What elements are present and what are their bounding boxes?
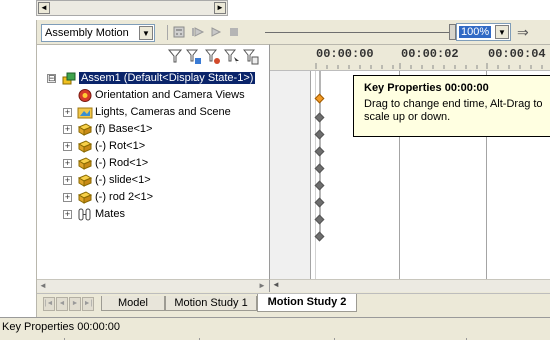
timeline-ticks [315,63,543,69]
zoom-select[interactable]: 100% ▼ [456,23,511,41]
expand-toggle[interactable]: + [63,159,72,168]
filter-icon[interactable] [167,49,183,65]
expand-toggle[interactable]: + [63,193,72,202]
scroll-left-arrow-icon[interactable]: ◄ [38,2,50,14]
zoom-value: 100% [459,26,492,38]
timeline-gutter [270,71,310,280]
chevron-down-icon[interactable]: ▼ [139,26,153,40]
key-point-rod-2[interactable] [314,214,325,225]
expand-toggle[interactable]: + [63,142,72,151]
scroll-left-arrow-icon[interactable]: ◄ [272,280,280,289]
chevron-down-icon[interactable]: ▼ [495,25,509,39]
camera-views-icon [77,88,93,103]
tab-motion-study-2[interactable]: Motion Study 2 [257,294,357,312]
tree-item-assem1[interactable]: ⊟ Assem1 (Default<Display State-1>) [37,71,269,86]
scroll-right-arrow-icon[interactable]: ► [256,280,268,292]
tree-item-label: (-) Rot<1> [95,140,146,152]
tree-item-mates[interactable]: + Mates [37,207,269,222]
stop-icon[interactable] [227,25,241,39]
play-from-start-icon[interactable] [191,25,205,39]
tree-horizontal-scrollbar[interactable]: ◄ ► [37,279,269,292]
timeline-header[interactable]: 00:00:00 00:00:02 00:00:04 [270,45,550,71]
mates-icon [77,207,93,222]
expand-toggle[interactable]: + [63,176,72,185]
timeline-divider [310,45,311,280]
time-label: 00:00:00 [316,47,374,61]
top-horizontal-scrollbar[interactable]: ◄ ► [36,0,228,16]
tree-filter-toolbar [37,45,269,67]
tree-item-label: Orientation and Camera Views [95,89,245,101]
last-tab-icon[interactable]: ►| [82,297,94,311]
part-icon [77,173,93,188]
previous-tab-icon[interactable]: ◄ [56,297,68,311]
tree-item-base[interactable]: + (f) Base<1> [37,122,269,137]
playback-speed-slider-thumb[interactable] [449,24,456,40]
tree-item-label: Assem1 (Default<Display State-1>) [79,72,256,84]
key-point-mates[interactable] [314,231,325,242]
tree-item-orientation-camera-views[interactable]: Orientation and Camera Views [37,88,269,103]
next-tab-icon[interactable]: ► [69,297,81,311]
study-type-select[interactable]: Assembly Motion ▼ [41,24,155,42]
expand-toggle[interactable]: + [63,108,72,117]
key-point-orientation[interactable] [314,112,325,123]
tree-item-label: (-) slide<1> [95,174,151,186]
part-icon [77,122,93,137]
calculator-icon[interactable] [173,25,187,39]
tree-item-rod-2[interactable]: + (-) rod 2<1> [37,190,269,205]
assembly-icon [61,71,77,86]
motion-manager-window: ◄ ► Assembly Motion ▼ 100% ▼ ⇒ ⊟ Assem1 … [0,0,550,340]
filter-selected-icon[interactable] [223,49,240,65]
scroll-right-arrow-icon[interactable]: ► [214,2,226,14]
time-label: 00:00:04 [488,47,546,61]
tree-item-label: (-) rod 2<1> [95,191,154,203]
time-label: 00:00:02 [401,47,459,61]
tooltip-body: Drag to change end time, Alt-Drag to sca… [364,98,543,123]
toolbar-separator [167,25,168,40]
tree-item-slide[interactable]: + (-) slide<1> [37,173,269,188]
key-point-base[interactable] [314,146,325,157]
key-properties-tooltip: Key Properties 00:00:00 Drag to change e… [353,75,550,137]
tooltip-title: Key Properties 00:00:00 [364,82,489,94]
next-arrow-icon[interactable]: ⇒ [517,24,529,41]
tree-item-label: (-) Rod<1> [95,157,149,169]
filter-animation-icon[interactable] [185,49,202,65]
timeline-pane[interactable]: 00:00:00 00:00:02 00:00:04 Key Propertie… [269,44,550,280]
lights-folder-icon [77,105,93,120]
expand-toggle[interactable]: + [63,125,72,134]
filter-driving-icon[interactable] [204,49,221,65]
tree-item-rod[interactable]: + (-) Rod<1> [37,156,269,171]
scroll-left-arrow-icon[interactable]: ◄ [37,280,49,292]
expand-toggle[interactable]: + [63,210,72,219]
tree-item-rot[interactable]: + (-) Rot<1> [37,139,269,154]
tab-model[interactable]: Model [101,296,165,311]
status-bar: Key Properties 00:00:00 [0,317,550,340]
key-point-slide[interactable] [314,197,325,208]
grid-line [315,45,316,280]
tree-item-label: Mates [95,208,125,220]
play-icon[interactable] [209,25,223,39]
playback-speed-slider-track [265,32,465,33]
motion-feature-tree: ⊟ Assem1 (Default<Display State-1>) Orie… [37,44,269,279]
key-point-lights[interactable] [314,129,325,140]
status-text: Key Properties 00:00:00 [2,321,121,333]
study-type-value: Assembly Motion [45,27,129,39]
timeline-horizontal-scrollbar[interactable]: ◄ [269,279,550,292]
motion-toolbar: Assembly Motion ▼ 100% ▼ ⇒ [37,20,550,44]
collapse-toggle[interactable]: ⊟ [47,74,56,83]
key-point-assem1[interactable] [314,93,325,104]
tree-item-label: Lights, Cameras and Scene [95,106,231,118]
part-icon [77,190,93,205]
tree-item-lights-cameras-scene[interactable]: + Lights, Cameras and Scene [37,105,269,120]
tree-item-label: (f) Base<1> [95,123,153,135]
first-tab-icon[interactable]: |◄ [43,297,55,311]
key-point-rod[interactable] [314,180,325,191]
motion-manager-panel: Assembly Motion ▼ 100% ▼ ⇒ ⊟ Assem1 (Def… [36,20,550,317]
part-icon [77,139,93,154]
part-icon [77,156,93,171]
tab-motion-study-1[interactable]: Motion Study 1 [165,296,257,311]
filter-results-icon[interactable] [242,49,259,65]
key-point-rot[interactable] [314,163,325,174]
study-tab-bar: |◄ ◄ ► ►| Model Motion Study 1 Motion St… [37,293,550,317]
